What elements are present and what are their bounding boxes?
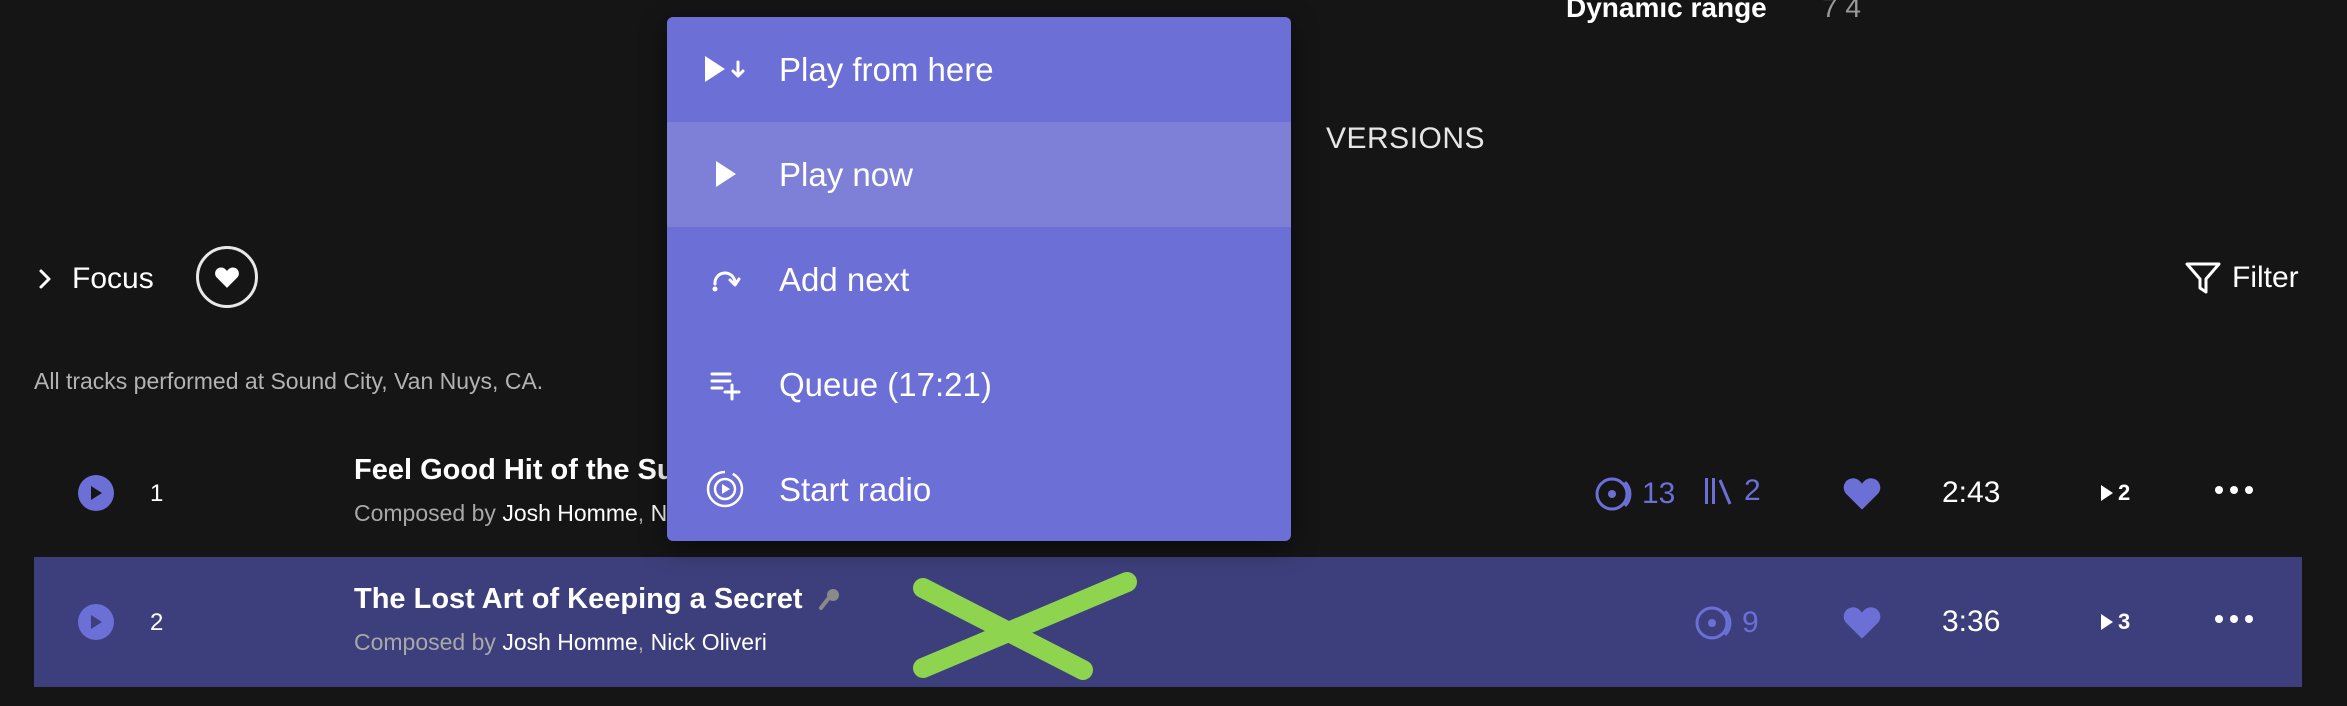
menu-item-play-from-here[interactable]: Play from here [667,17,1291,122]
versions-count[interactable]: 2 [1702,474,1761,508]
menu-item-label: Start radio [779,470,932,508]
filter-icon [2185,262,2221,294]
track-context-menu: Play from here Play now Add next Queue (… [667,17,1291,541]
listeners-count[interactable]: 13 [1594,474,1675,514]
chevron-right-icon [39,269,51,289]
dot [2245,615,2253,623]
composer-link[interactable]: Nick Oliveri [651,629,767,655]
composed-by-label: Composed by [354,629,496,655]
versions-icon [1705,478,1732,505]
focus-toggle[interactable]: Focus [34,262,154,296]
listeners-icon [1595,477,1632,511]
listeners-value: 9 [1742,606,1759,639]
album-note: All tracks performed at Sound City, Van … [34,368,544,394]
track-play-button[interactable] [78,604,114,640]
composed-by-label: Composed by [354,500,496,526]
microphone-icon [818,589,839,611]
filter-button[interactable]: Filter [2184,260,2299,296]
listeners-icon [1695,606,1732,640]
add-next-icon [703,257,747,301]
favorite-track-heart-icon[interactable] [1842,474,1882,512]
dot [2245,486,2253,494]
play-icon [91,486,102,500]
annotation-x-mark [913,572,1137,680]
menu-item-add-next[interactable]: Add next [667,227,1291,332]
play-count: 2 [2100,480,2130,506]
heart-icon [215,267,239,288]
menu-item-label: Play now [779,155,913,193]
track-more-button[interactable] [2209,609,2259,629]
menu-item-queue[interactable]: Queue (17:21) [667,332,1291,437]
listeners-value: 13 [1642,477,1676,510]
composer-link[interactable]: N [651,500,668,526]
dynamic-range-value: 7 4 [1822,0,1861,23]
dynamic-range-label: Dynamic range [1566,0,1767,23]
play-count-value: 2 [2118,480,2131,505]
menu-item-start-radio[interactable]: Start radio [667,437,1291,541]
play-count-value: 3 [2118,609,2131,634]
play-count-icon [2101,485,2113,501]
track-title[interactable]: Feel Good Hit of the Su [354,454,675,487]
track-title[interactable]: The Lost Art of Keeping a Secret [354,583,843,616]
composer-link[interactable]: Josh Homme [502,500,637,526]
play-count: 3 [2100,609,2130,635]
play-icon [703,152,747,196]
versions-value: 2 [1744,474,1761,507]
radio-icon [703,467,747,511]
queue-add-icon [703,362,747,406]
dot [2230,615,2238,623]
track-play-button[interactable] [78,475,114,511]
tab-versions[interactable]: VERSIONS [1326,122,1485,156]
track-number: 1 [150,480,164,507]
dot [2230,486,2238,494]
menu-item-play-now[interactable]: Play now [667,122,1291,227]
dot [2215,615,2223,623]
play-count-icon [2101,614,2113,630]
favorite-album-button[interactable] [196,246,258,308]
dot [2215,486,2223,494]
play-icon [91,615,102,629]
menu-item-label: Add next [779,260,910,298]
menu-item-label: Queue (17:21) [779,365,992,403]
play-from-here-icon [703,47,747,91]
track-composers: Composed by Josh Homme, N [354,500,668,526]
track-duration: 3:36 [1942,605,2001,638]
track-more-button[interactable] [2209,480,2259,500]
track-row[interactable]: 2 The Lost Art of Keeping a Secret Compo… [34,557,2302,687]
filter-label: Filter [2232,261,2299,294]
focus-label: Focus [72,262,154,295]
track-number: 2 [150,609,164,636]
composer-link[interactable]: Josh Homme [502,629,637,655]
track-composers: Composed by Josh Homme, Nick Oliveri [354,629,767,655]
track-duration: 2:43 [1942,476,2001,509]
track-title-text: The Lost Art of Keeping a Secret [354,583,803,615]
menu-item-label: Play from here [779,50,994,88]
favorite-track-heart-icon[interactable] [1842,603,1882,641]
listeners-count[interactable]: 9 [1694,603,1759,643]
